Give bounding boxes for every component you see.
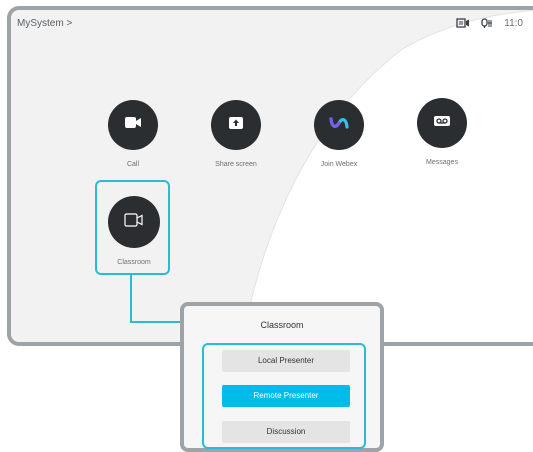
remote-presenter-button[interactable]: Remote Presenter — [222, 385, 350, 407]
classroom-panel: Classroom Local Presenter Remote Present… — [180, 302, 384, 452]
panel-title: Classroom — [260, 320, 304, 330]
local-presenter-button[interactable]: Local Presenter — [222, 350, 350, 372]
discussion-button[interactable]: Discussion — [222, 421, 350, 443]
